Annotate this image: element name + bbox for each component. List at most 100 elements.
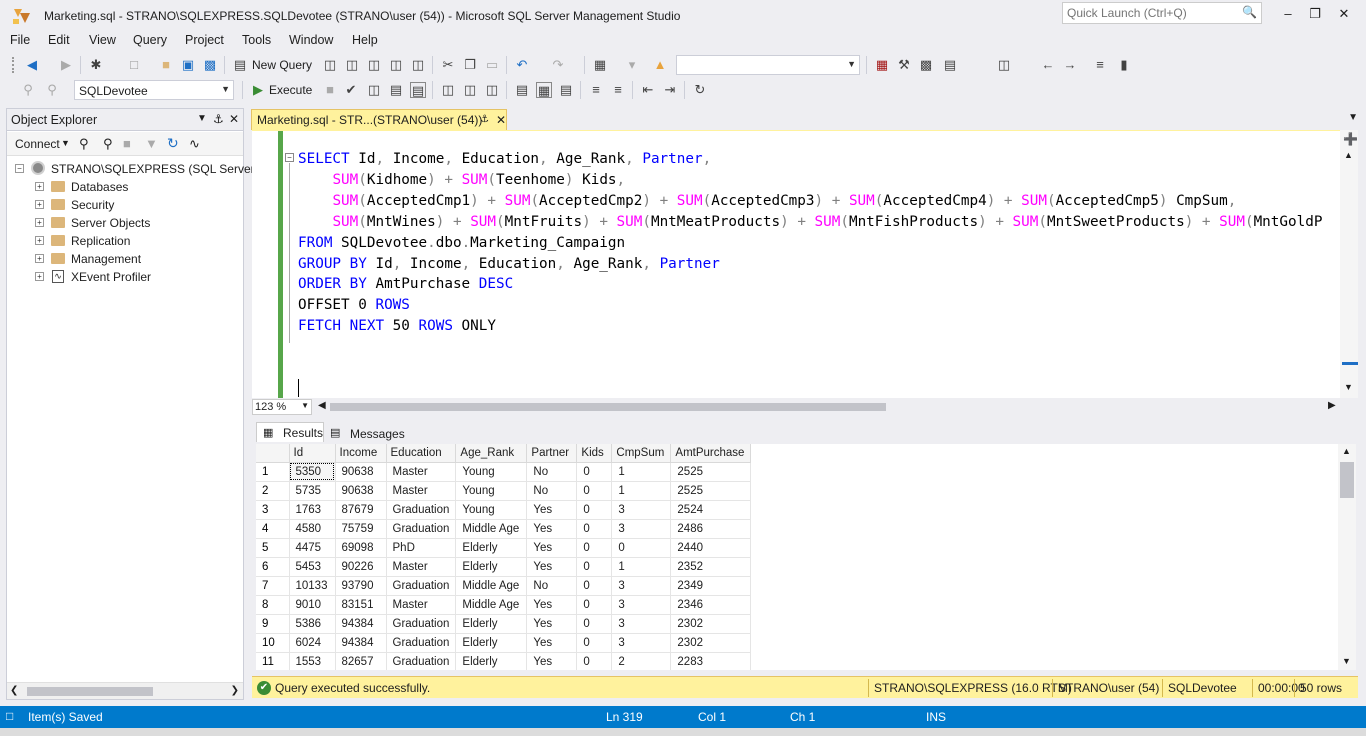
row-number[interactable]: 8 <box>256 595 290 615</box>
dmx-query-icon[interactable]: ◫ <box>366 57 382 73</box>
cell[interactable]: 2524 <box>670 500 752 520</box>
cell[interactable]: 69098 <box>335 538 387 558</box>
db-engine-query-icon[interactable]: ◫ <box>322 57 338 73</box>
column-header[interactable]: CmpSum <box>611 444 672 463</box>
mdx-query-icon[interactable]: ◫ <box>344 57 360 73</box>
cell[interactable]: 2346 <box>670 595 752 615</box>
horizontal-scrollbar[interactable]: ❮ ❯ <box>7 682 243 699</box>
results-to-text-icon[interactable]: ▤ <box>514 82 530 98</box>
stop-icon[interactable]: ■ <box>123 136 131 151</box>
cell[interactable]: 2302 <box>670 614 752 634</box>
cell[interactable]: 0 <box>576 595 613 615</box>
menu-query[interactable]: Query <box>133 33 167 47</box>
cell[interactable]: 0 <box>576 462 613 482</box>
sql-code[interactable]: SELECT Id, Income, Education, Age_Rank, … <box>298 149 1322 337</box>
menu-file[interactable]: File <box>10 33 30 47</box>
row-number[interactable]: 9 <box>256 614 290 634</box>
cell[interactable]: 3 <box>611 614 672 634</box>
tree-node-server[interactable]: − STRANO\SQLEXPRESS (SQL Server 16 <box>7 160 271 178</box>
change-connection-icon[interactable]: ⚲ <box>44 82 60 98</box>
cell[interactable]: Middle Age <box>455 576 528 596</box>
menu-edit[interactable]: Edit <box>48 33 70 47</box>
tree-node-management[interactable]: + Management <box>7 250 243 268</box>
forward-icon[interactable]: ▶ <box>58 57 74 73</box>
row-number-header[interactable] <box>256 444 290 463</box>
cell[interactable]: 82657 <box>335 652 387 670</box>
cell[interactable]: Master <box>386 595 457 615</box>
menu-view[interactable]: View <box>89 33 116 47</box>
connect-button[interactable]: Connect <box>15 137 60 151</box>
editor-hscroll-thumb[interactable] <box>330 403 886 411</box>
table-row[interactable]: 4 4580 75759 Graduation Middle Age Yes 0… <box>256 519 752 539</box>
cell[interactable]: No <box>526 576 578 596</box>
maximize-button[interactable]: ❐ <box>1303 4 1327 24</box>
parse-icon[interactable]: ✔ <box>343 82 359 98</box>
add-item-icon[interactable]: □ <box>126 57 142 73</box>
row-number[interactable]: 2 <box>256 481 290 501</box>
close-tab-icon[interactable]: ✕ <box>496 113 506 127</box>
editor-vertical-scrollbar[interactable]: ➕ ▲ ▼ <box>1340 130 1358 398</box>
table-row[interactable]: 3 1763 87679 Graduation Young Yes 0 3 25… <box>256 500 752 520</box>
cell[interactable]: 0 <box>576 557 613 577</box>
tree-node-server-objects[interactable]: + Server Objects <box>7 214 243 232</box>
split-editor-icon[interactable]: ➕ <box>1343 132 1358 146</box>
cell[interactable]: Young <box>455 500 528 520</box>
quick-launch-box[interactable]: 🔍 <box>1062 2 1262 24</box>
cell[interactable]: 4580 <box>289 519 336 539</box>
scroll-down-icon[interactable]: ▼ <box>1344 382 1353 392</box>
menu-lines-icon[interactable]: ≡ <box>1092 57 1108 73</box>
cell[interactable]: 10133 <box>289 576 336 596</box>
cell[interactable]: 0 <box>576 633 613 653</box>
toolbar-grip[interactable] <box>12 57 16 73</box>
cell[interactable]: Yes <box>526 652 578 670</box>
cell[interactable]: Elderly <box>455 633 528 653</box>
menu-tools[interactable]: Tools <box>242 33 271 47</box>
increase-indent-icon[interactable]: ⇥ <box>662 82 678 98</box>
cell[interactable]: Graduation <box>386 519 457 539</box>
collapse-icon[interactable]: − <box>15 164 24 173</box>
cell[interactable]: Elderly <box>455 614 528 634</box>
cell[interactable]: 83151 <box>335 595 387 615</box>
row-number[interactable]: 5 <box>256 538 290 558</box>
scroll-left-icon[interactable]: ◀ <box>318 400 326 411</box>
tools-wrench-icon[interactable]: ⚒ <box>896 57 912 73</box>
cell[interactable]: 94384 <box>335 614 387 634</box>
cell[interactable]: 9010 <box>289 595 336 615</box>
scroll-up-icon[interactable]: ▲ <box>1344 150 1353 160</box>
cell[interactable]: 94384 <box>335 633 387 653</box>
cell[interactable]: Elderly <box>455 652 528 670</box>
cell[interactable]: Young <box>455 481 528 501</box>
tree-node-databases[interactable]: + Databases <box>7 178 243 196</box>
open-file-icon[interactable]: ■ <box>158 57 174 73</box>
back-icon[interactable]: ◀ <box>24 57 40 73</box>
cell[interactable]: Yes <box>526 614 578 634</box>
cell[interactable]: No <box>526 481 578 501</box>
solution-config-icon[interactable]: ▾ <box>624 57 640 73</box>
table-row[interactable]: 8 9010 83151 Master Middle Age Yes 0 3 2… <box>256 595 752 615</box>
scrollbar-thumb[interactable] <box>27 687 153 696</box>
cell[interactable]: 1 <box>611 481 672 501</box>
cell[interactable]: Graduation <box>386 500 457 520</box>
tree-node-security[interactable]: + Security <box>7 196 243 214</box>
activity-monitor-icon[interactable]: ∿ <box>189 136 200 152</box>
table-row[interactable]: 1 5350 90638 Master Young No 0 1 2525 <box>256 462 752 482</box>
expand-icon[interactable]: + <box>35 218 44 227</box>
scroll-up-icon[interactable]: ▲ <box>1342 446 1351 456</box>
redo-icon[interactable]: ↷ <box>550 57 566 73</box>
client-stats-icon[interactable]: ◫ <box>484 82 500 98</box>
tab-list-dropdown-icon[interactable]: ▼ <box>1348 112 1358 123</box>
live-stats-icon[interactable]: ◫ <box>462 82 478 98</box>
cell[interactable]: 5735 <box>289 481 336 501</box>
row-number[interactable]: 11 <box>256 652 290 670</box>
cell[interactable]: 1553 <box>289 652 336 670</box>
cell[interactable]: 2302 <box>670 633 752 653</box>
cell[interactable]: 87679 <box>335 500 387 520</box>
cell[interactable]: Yes <box>526 538 578 558</box>
scroll-down-icon[interactable]: ▼ <box>1342 656 1351 666</box>
include-plan-icon[interactable]: ◫ <box>440 82 456 98</box>
tab-messages[interactable]: ▤ Messages <box>328 422 405 442</box>
cell[interactable]: 2525 <box>670 462 752 482</box>
table-row[interactable]: 11 1553 82657 Graduation Elderly Yes 0 2… <box>256 652 752 670</box>
copy-icon[interactable]: ❐ <box>462 57 478 73</box>
results-grid[interactable]: Id Income Education Age_Rank Partner Kid… <box>256 444 1338 670</box>
